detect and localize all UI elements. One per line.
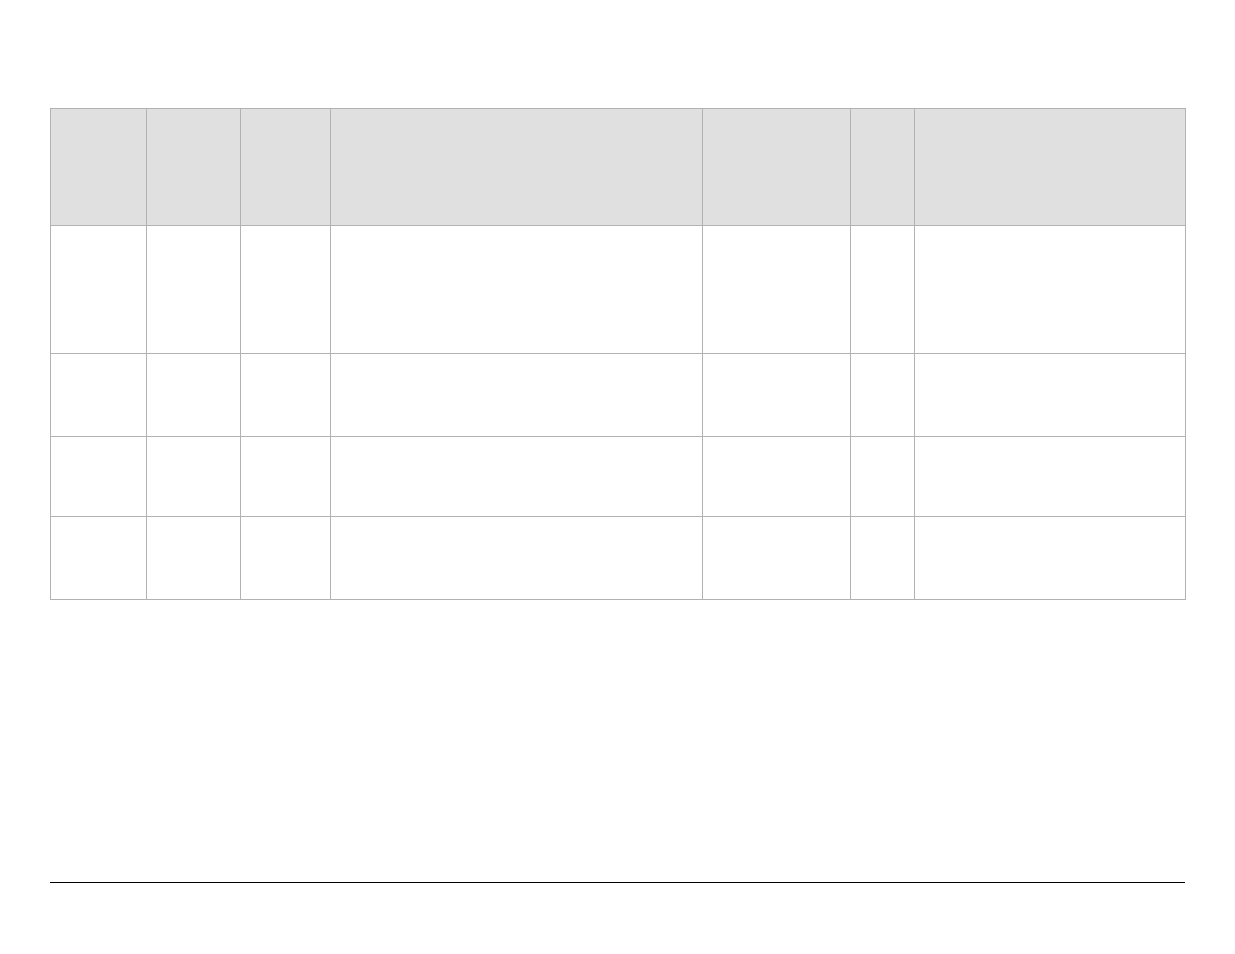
table-cell <box>851 354 915 437</box>
header-cell <box>51 109 147 226</box>
table-cell <box>147 354 241 437</box>
table-cell <box>147 226 241 354</box>
table-cell <box>703 226 851 354</box>
table-cell <box>331 517 703 600</box>
table-cell <box>241 517 331 600</box>
table-header-row <box>51 109 1186 226</box>
table-row <box>51 226 1186 354</box>
footer-divider <box>50 882 1185 883</box>
table-row <box>51 354 1186 437</box>
table-cell <box>703 517 851 600</box>
table-cell <box>915 517 1186 600</box>
table-row <box>51 437 1186 517</box>
table-cell <box>241 226 331 354</box>
table-cell <box>51 437 147 517</box>
table-cell <box>703 437 851 517</box>
table-cell <box>51 517 147 600</box>
header-cell <box>147 109 241 226</box>
table-cell <box>331 354 703 437</box>
table-cell <box>241 354 331 437</box>
table-cell <box>51 226 147 354</box>
header-cell <box>915 109 1186 226</box>
table-cell <box>147 517 241 600</box>
header-cell <box>703 109 851 226</box>
table-cell <box>147 437 241 517</box>
table-cell <box>703 354 851 437</box>
table-cell <box>851 437 915 517</box>
table-cell <box>915 226 1186 354</box>
table-container <box>50 108 1185 600</box>
header-cell <box>331 109 703 226</box>
table-cell <box>51 354 147 437</box>
table-cell <box>331 226 703 354</box>
table-cell <box>241 437 331 517</box>
data-table <box>50 108 1186 600</box>
header-cell <box>241 109 331 226</box>
table-cell <box>915 354 1186 437</box>
table-row <box>51 517 1186 600</box>
table-cell <box>331 437 703 517</box>
header-cell <box>851 109 915 226</box>
table-cell <box>915 437 1186 517</box>
table-cell <box>851 226 915 354</box>
table-cell <box>851 517 915 600</box>
